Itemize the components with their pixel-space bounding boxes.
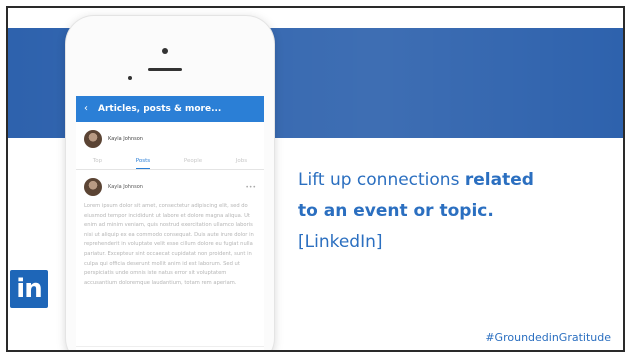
hashtag: #GroundedinGratitude: [485, 331, 611, 344]
avatar[interactable]: [84, 178, 102, 196]
app-header: ‹ Articles, posts & more...: [76, 96, 264, 122]
more-options-icon[interactable]: •••: [245, 184, 256, 191]
app-header-title: Articles, posts & more...: [98, 104, 222, 114]
presentation-slide: ‹ Articles, posts & more... Kayla Johnso…: [6, 6, 625, 352]
linkedin-logo: in: [10, 270, 48, 308]
headline-line-1: Lift up connections related: [298, 165, 608, 196]
post-header: Kayla Johnson •••: [76, 170, 264, 202]
phone-sensor: [128, 76, 132, 80]
tab-jobs[interactable]: Jobs: [236, 158, 247, 169]
phone-camera: [162, 48, 168, 54]
headline-line-1-bold: related: [464, 170, 534, 190]
profile-row[interactable]: Kayla Johnson: [76, 122, 264, 152]
results-tabs: Top Posts People Jobs: [76, 152, 264, 170]
post-text: Lorem ipsum dolor sit amet, consectetur …: [84, 203, 254, 286]
post-author[interactable]: Kayla Johnson: [108, 184, 239, 190]
post-action-bar: △ □ ↗: [76, 346, 264, 350]
tab-posts[interactable]: Posts: [135, 158, 151, 169]
phone-speaker: [148, 68, 182, 71]
phone-mockup: ‹ Articles, posts & more... Kayla Johnso…: [66, 16, 274, 350]
tab-people[interactable]: People: [184, 158, 202, 169]
headline-source: [LinkedIn]: [298, 232, 383, 252]
tab-top[interactable]: Top: [93, 158, 102, 169]
headline-line-2: to an event or topic.: [298, 201, 494, 221]
headline-text: Lift up connections related to an event …: [298, 165, 608, 258]
avatar: [84, 130, 102, 148]
profile-name: Kayla Johnson: [108, 136, 143, 142]
phone-screen: ‹ Articles, posts & more... Kayla Johnso…: [76, 96, 264, 350]
headline-line-1-text: Lift up connections: [298, 170, 465, 190]
back-arrow-icon[interactable]: ‹: [84, 104, 88, 114]
